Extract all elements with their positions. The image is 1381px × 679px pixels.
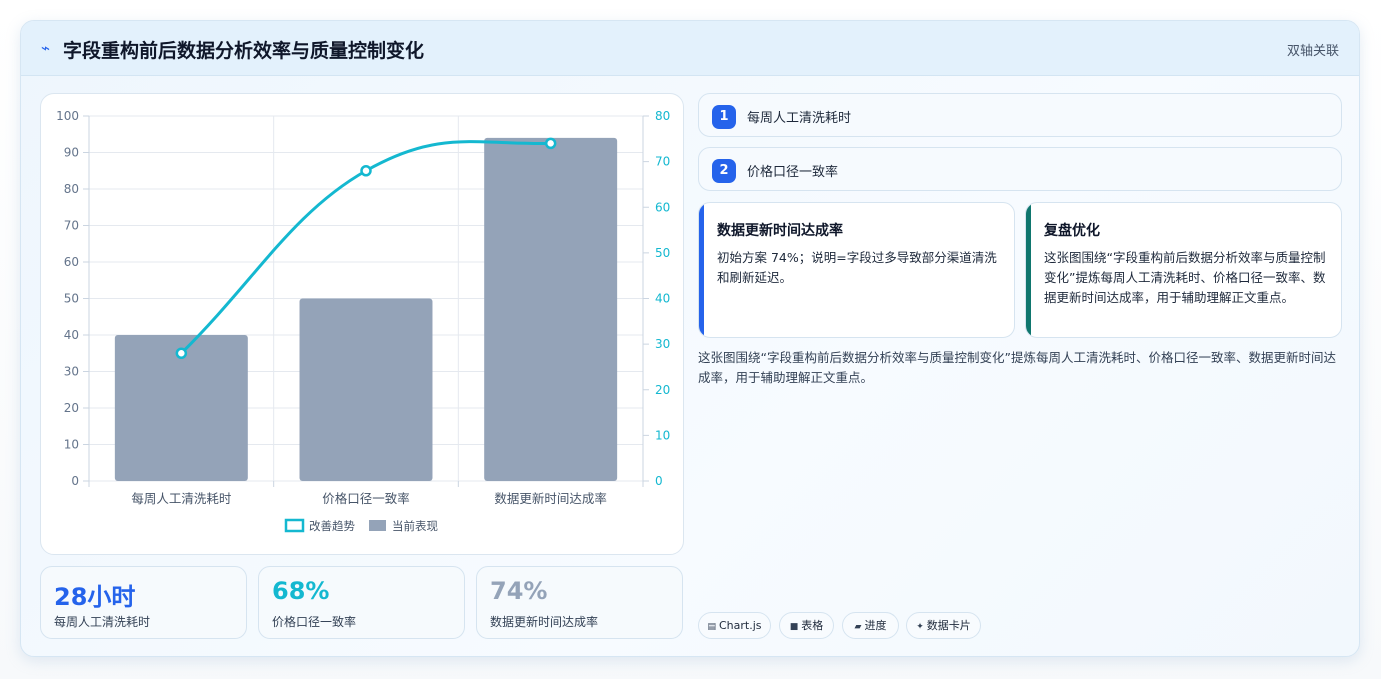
y-tick-label: 20	[64, 401, 79, 415]
chip-progress[interactable]: ▰ 进度	[842, 612, 899, 639]
note-body: 初始方案 74%；说明=字段过多导致部分渠道清洗和刷新延迟。	[717, 250, 997, 285]
stat-value: 68%	[272, 577, 330, 605]
stat-card-price-consistency: 68% 价格口径一致率	[258, 566, 465, 639]
chart-panel: 0 10 20 30 40 50 60 70 80 90 100 0 10 20 30 40 50 60 70 80 每…	[40, 93, 684, 555]
y2-tick-label: 10	[655, 428, 670, 442]
step-text: 价格口径一致率	[747, 165, 839, 180]
x-tick-label: 数据更新时间达成率	[494, 491, 607, 506]
progress-icon: ▰	[854, 622, 862, 632]
stat-label: 数据更新时间达成率	[490, 615, 599, 629]
y2-tick-label: 60	[655, 200, 670, 214]
trend-point-2	[360, 165, 372, 177]
chart-card: ⌁ 字段重构前后数据分析效率与质量控制变化 双轴关联 0 10 20 30 40 50 60…	[20, 20, 1360, 657]
note-title: 复盘优化	[1044, 223, 1100, 239]
y-tick-label: 40	[64, 328, 79, 342]
bar-2	[299, 298, 433, 481]
chip-data-card[interactable]: ✦ 数据卡片	[906, 612, 981, 639]
chip-label: 数据卡片	[926, 619, 971, 632]
stat-card-cleaning-hours: 28小时 每周人工清洗耗时	[40, 566, 247, 639]
legend-swatch-bar	[369, 520, 386, 531]
combo-chart: 0 10 20 30 40 50 60 70 80 90 100 0 10 20 30 40 50 60 70 80 每…	[56, 109, 670, 533]
stat-label: 每周人工清洗耗时	[54, 615, 151, 629]
step-text: 每周人工清洗耗时	[747, 111, 852, 126]
note-title: 数据更新时间达成率	[717, 223, 843, 239]
chip-table[interactable]: ■ 表格	[779, 612, 834, 639]
chip-chartjs[interactable]: ▤ Chart.js	[698, 612, 771, 639]
lightning-icon: ⌁	[41, 39, 51, 57]
y2-tick-label: 70	[655, 155, 670, 169]
y-tick-label: 90	[64, 146, 79, 160]
legend-label: 当前表现	[392, 519, 438, 533]
x-tick-label: 价格口径一致率	[322, 491, 410, 506]
note-body: 这张图围绕“字段重构前后数据分析效率与质量控制变化”提炼每周人工清洗耗时、价格口…	[1044, 250, 1326, 305]
y-tick-label: 30	[64, 365, 79, 379]
legend-label: 改善趋势	[309, 519, 355, 533]
step-number: 1	[712, 105, 736, 129]
y-tick-label: 50	[64, 292, 79, 306]
summary-text: 这张图围绕“字段重构前后数据分析效率与质量控制变化”提炼每周人工清洗耗时、价格口…	[698, 350, 1336, 385]
y-tick-label: 70	[64, 219, 79, 233]
legend-swatch-line	[284, 518, 305, 533]
bar-3	[484, 137, 618, 481]
step-item-2[interactable]: 2 价格口径一致率	[698, 147, 1342, 191]
stat-card-update-rate: 74% 数据更新时间达成率	[476, 566, 683, 639]
chip-label: 表格	[801, 619, 824, 632]
stat-value: 74%	[490, 577, 548, 605]
y-tick-label: 60	[64, 255, 79, 269]
y2-tick-label: 50	[655, 246, 670, 260]
y2-tick-label: 40	[655, 292, 670, 306]
y-tick-label: 0	[71, 474, 79, 488]
step-number: 2	[712, 159, 736, 183]
chart-icon: ▤	[707, 622, 716, 632]
sparkle-icon: ✦	[916, 622, 924, 632]
x-tick-label: 每周人工清洗耗时	[131, 491, 232, 506]
note-accent-bar	[1026, 203, 1031, 337]
y2-tick-label: 20	[655, 383, 670, 397]
trend-point-3	[544, 137, 557, 150]
y2-tick-label: 0	[655, 474, 663, 488]
card-title: 字段重构前后数据分析效率与质量控制变化	[63, 40, 425, 62]
card-header: ⌁ 字段重构前后数据分析效率与质量控制变化 双轴关联	[21, 21, 1359, 76]
chip-label: Chart.js	[719, 619, 762, 632]
trend-point-1	[175, 347, 188, 359]
note-card-update-rate: 数据更新时间达成率 初始方案 74%；说明=字段过多导致部分渠道清洗和刷新延迟。	[698, 202, 1015, 338]
chip-label: 进度	[864, 619, 887, 632]
y-tick-label: 10	[64, 438, 79, 452]
table-icon: ■	[789, 622, 799, 632]
dual-axis-tag: 双轴关联	[1286, 44, 1339, 59]
stat-value: 28小时	[54, 583, 136, 611]
step-item-1[interactable]: 1 每周人工清洗耗时	[698, 93, 1342, 137]
y-tick-label: 100	[56, 109, 79, 123]
note-card-review: 复盘优化 这张图围绕“字段重构前后数据分析效率与质量控制变化”提炼每周人工清洗耗…	[1025, 202, 1342, 338]
stat-label: 价格口径一致率	[272, 615, 357, 629]
y-tick-label: 80	[64, 182, 79, 196]
y2-tick-label: 80	[655, 109, 670, 123]
note-accent-bar	[699, 203, 704, 337]
y2-tick-label: 30	[655, 337, 670, 351]
